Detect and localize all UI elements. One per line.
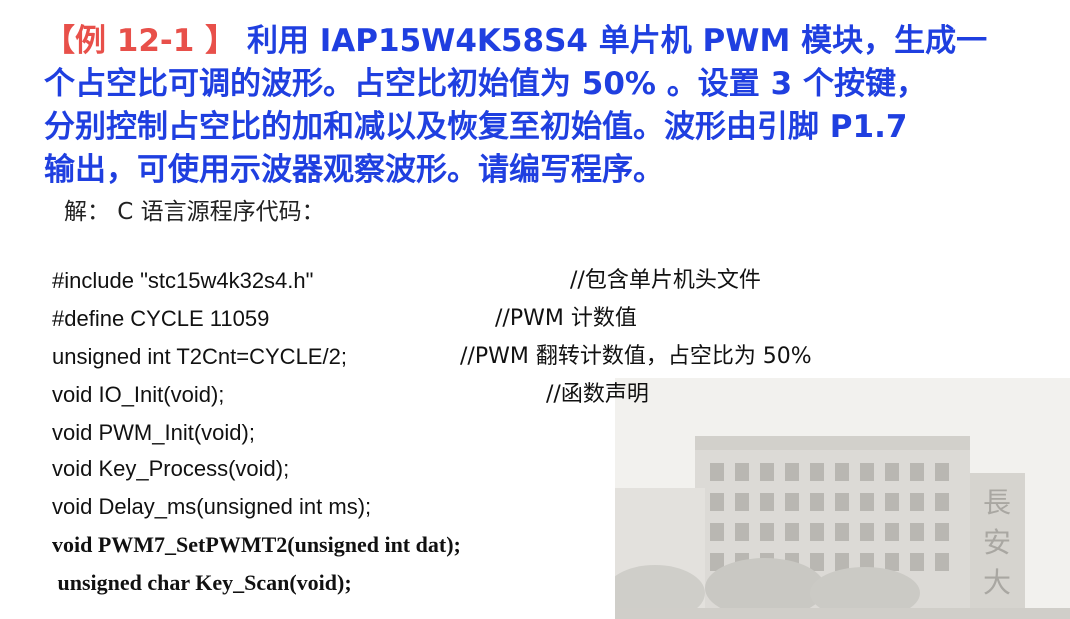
solution-heading: 解： C 语言源程序代码： <box>64 199 325 225</box>
problem-line-2: 个占空比可调的波形。占空比初始值为 50% 。设置 3 个按键， <box>44 66 927 102</box>
code-line-t2cnt: unsigned int T2Cnt=CYCLE/2; <box>52 344 347 369</box>
campus-sign-text: 長安大 <box>982 486 1011 599</box>
comment-declaration: //函数声明 <box>546 382 649 407</box>
code-line-key-scan: unsigned char Key_Scan(void); <box>52 570 352 595</box>
comment-define: //PWM 计数值 <box>495 306 637 331</box>
problem-line-1: 利用 IAP15W4K58S4 单片机 PWM 模块，生成一 <box>236 23 988 59</box>
slide: 長安大 【例 12-1 】 利用 IAP15W4K58S4 单片机 PWM 模块… <box>0 0 1070 619</box>
campus-photo: 長安大 <box>615 378 1070 619</box>
problem-line-3: 分别控制占空比的加和减以及恢复至初始值。波形由引脚 P1.7 <box>44 109 908 145</box>
comment-t2cnt: //PWM 翻转计数值，占空比为 50% <box>460 344 812 369</box>
code-line-pwm7-set: void PWM7_SetPWMT2(unsigned int dat); <box>52 532 461 557</box>
code-line-include: #include "stc15w4k32s4.h" <box>52 268 314 293</box>
code-line-delay-ms: void Delay_ms(unsigned int ms); <box>52 494 372 519</box>
code-line-define: #define CYCLE 11059 <box>52 306 270 331</box>
code-line-io-init: void IO_Init(void); <box>52 382 225 407</box>
problem-statement: 【例 12-1 】 利用 IAP15W4K58S4 单片机 PWM 模块，生成一… <box>44 20 1044 192</box>
problem-line-4: 输出，可使用示波器观察波形。请编写程序。 <box>44 152 664 188</box>
code-line-key-process: void Key_Process(void); <box>52 456 290 481</box>
example-label: 【例 12-1 】 <box>44 23 237 59</box>
comment-include: //包含单片机头文件 <box>570 268 761 293</box>
code-line-pwm-init: void PWM_Init(void); <box>52 420 255 445</box>
